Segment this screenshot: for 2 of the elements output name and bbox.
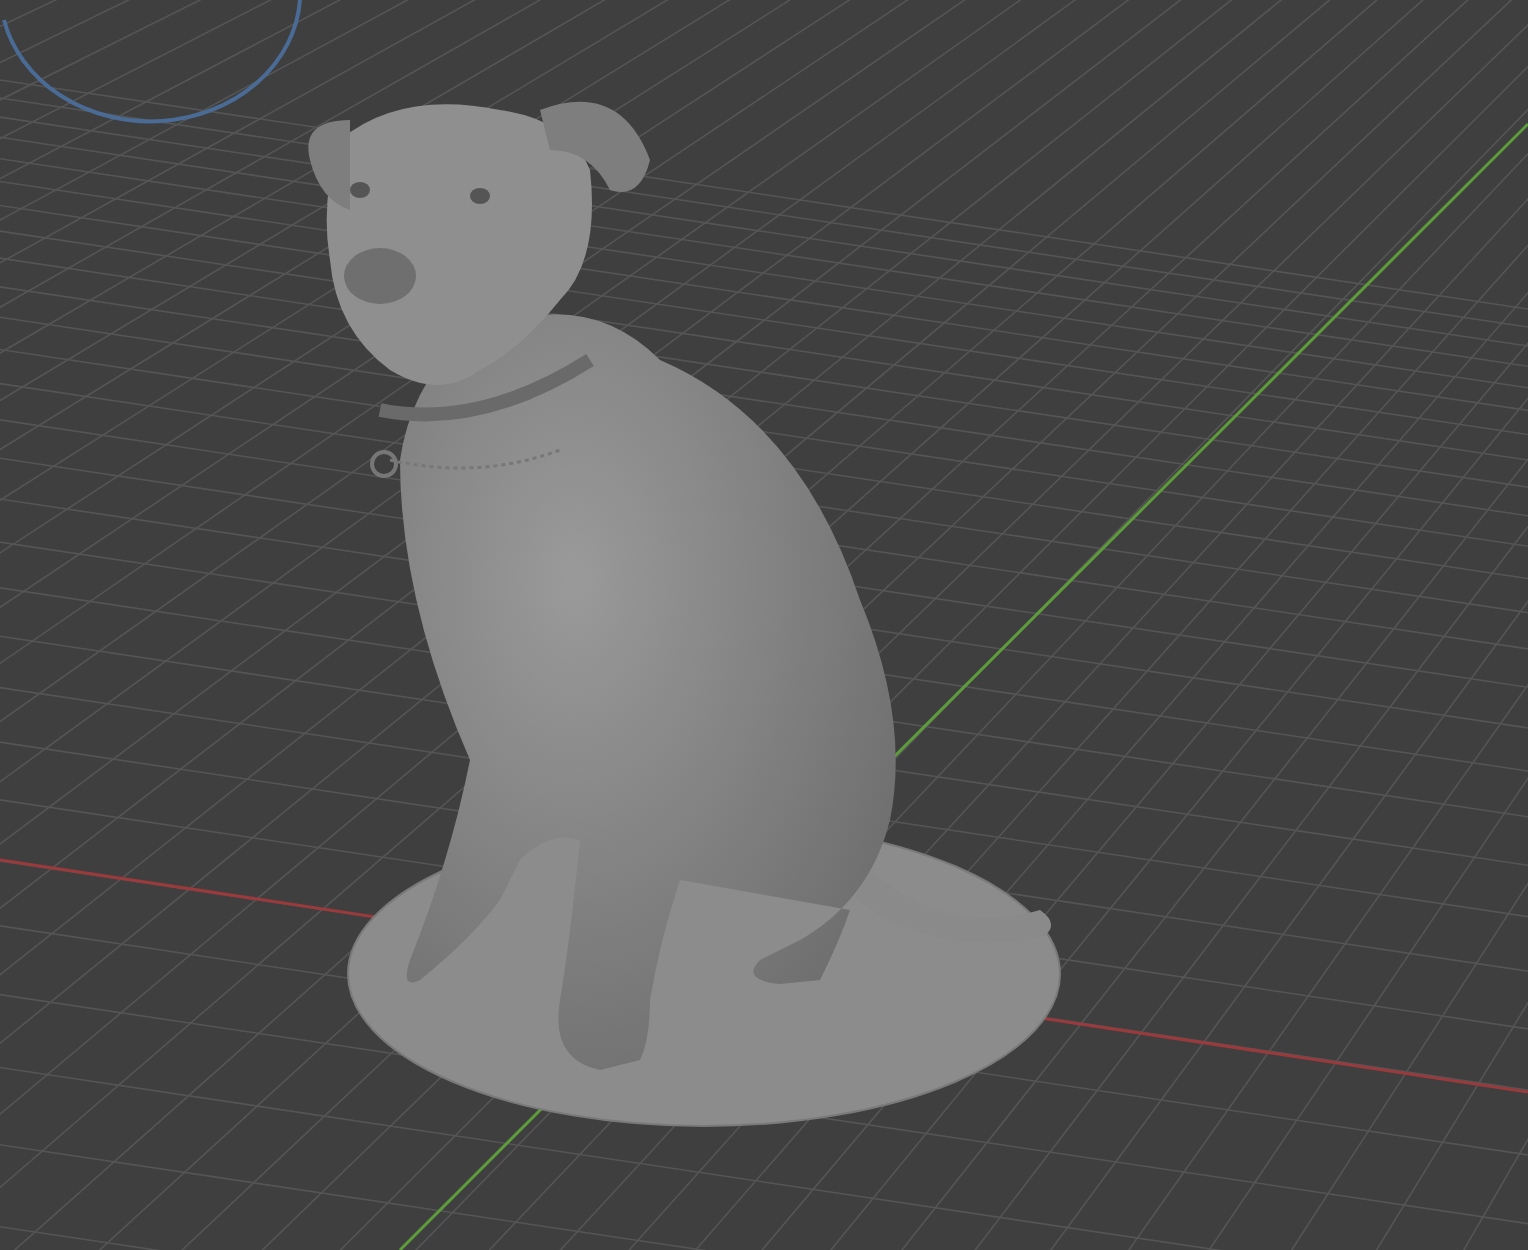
3d-viewport[interactable] — [0, 0, 1528, 1250]
navigation-gizmo-arc[interactable] — [2, 0, 302, 124]
